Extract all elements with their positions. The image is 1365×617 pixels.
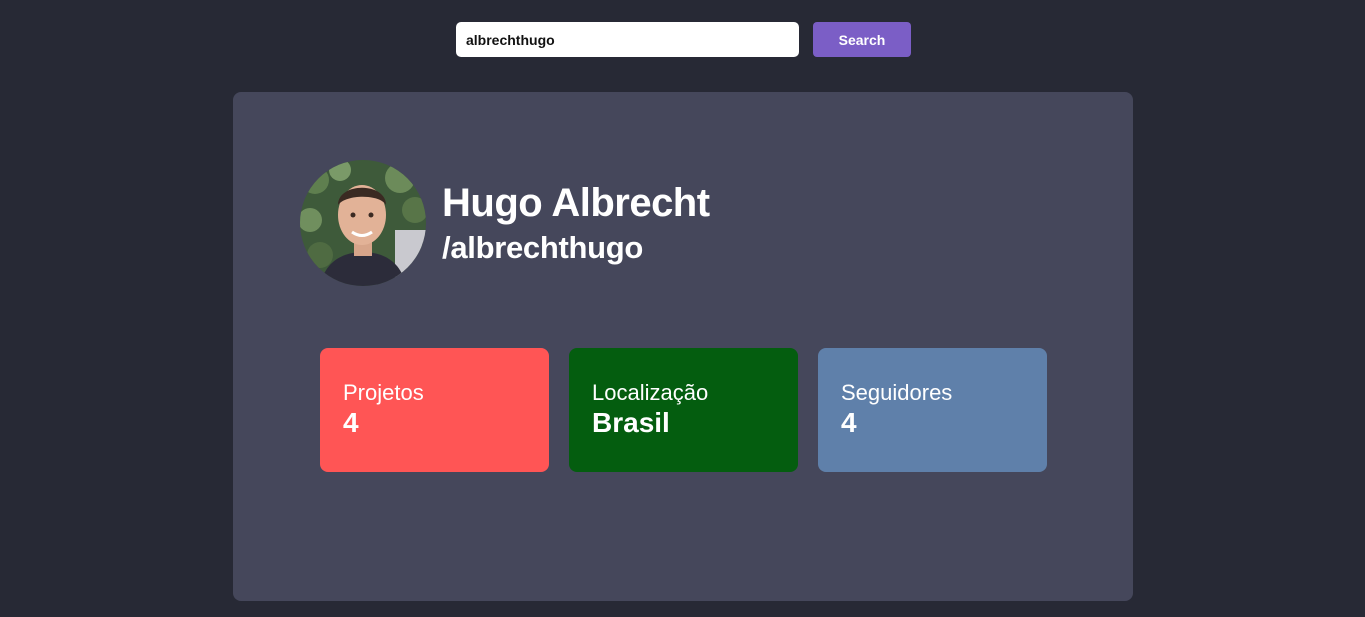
stat-value: 4 xyxy=(343,407,359,438)
stat-card-projetos: Projetos 4 xyxy=(320,348,549,472)
stat-value: 4 xyxy=(841,407,857,438)
stat-card-seguidores: Seguidores 4 xyxy=(818,348,1047,472)
stat-label: Seguidores xyxy=(841,380,953,405)
avatar xyxy=(300,160,426,286)
profile-username: /albrechthugo xyxy=(442,230,644,265)
stat-value: Brasil xyxy=(592,407,670,438)
stats-row: Projetos 4 Localização Brasil Seguidores… xyxy=(320,348,1047,472)
profile-names: Hugo Albrecht /albrechthugo xyxy=(442,179,710,267)
search-input[interactable] xyxy=(456,22,799,57)
stat-label: Localização xyxy=(592,380,709,405)
search-button[interactable]: Search xyxy=(813,22,911,57)
profile-header: Hugo Albrecht /albrechthugo xyxy=(300,160,710,286)
stat-card-localizacao: Localização Brasil xyxy=(569,348,798,472)
profile-card: Hugo Albrecht /albrechthugo Projetos 4 L… xyxy=(233,92,1133,601)
profile-name: Hugo Albrecht xyxy=(442,181,710,225)
search-bar: Search xyxy=(456,22,911,57)
stat-label: Projetos xyxy=(343,380,424,405)
